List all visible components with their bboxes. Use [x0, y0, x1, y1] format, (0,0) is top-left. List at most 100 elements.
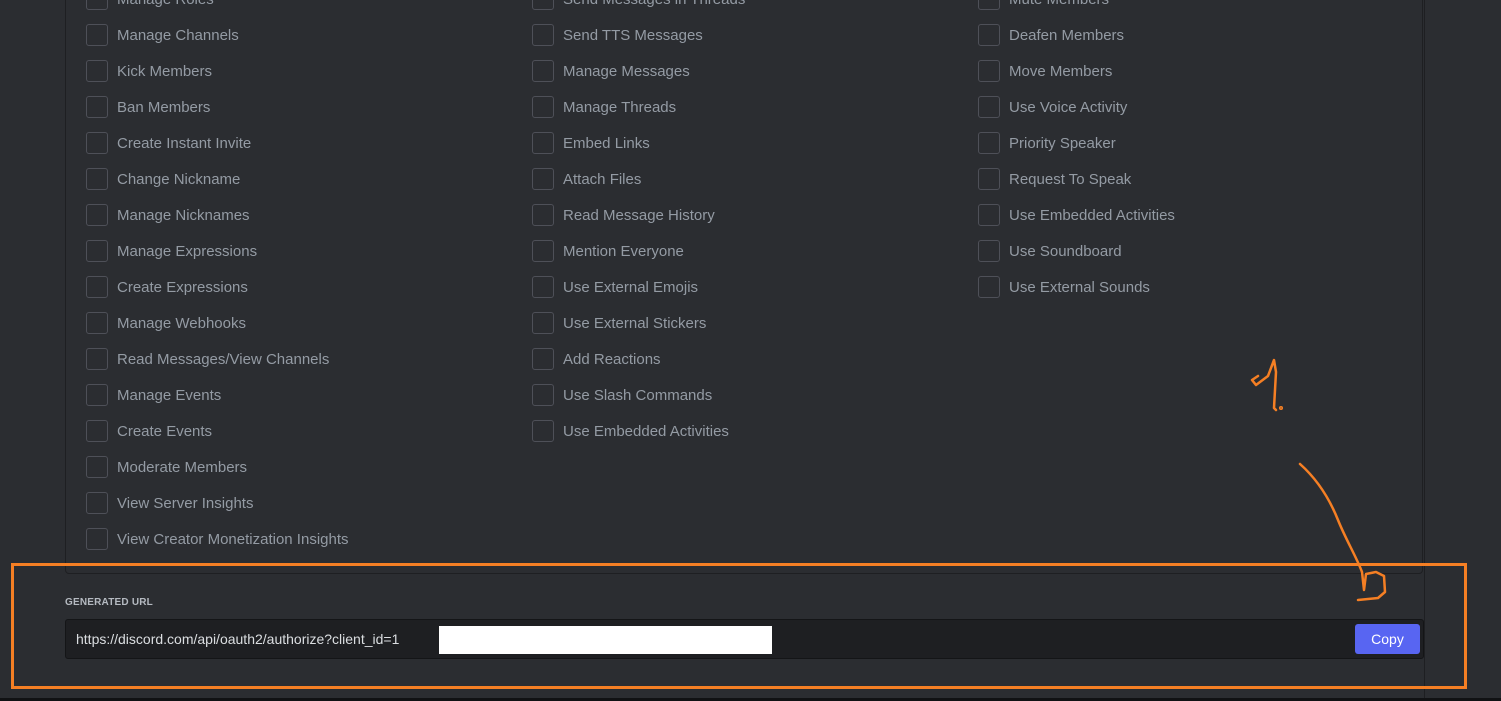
permission-row[interactable]: Send Messages in Threads	[532, 0, 745, 11]
permission-checkbox[interactable]	[86, 420, 108, 442]
permission-row[interactable]: Use Slash Commands	[532, 383, 712, 407]
permission-checkbox[interactable]	[978, 24, 1000, 46]
permission-checkbox[interactable]	[86, 348, 108, 370]
permission-checkbox[interactable]	[86, 240, 108, 262]
permission-row[interactable]: Use Embedded Activities	[532, 419, 729, 443]
permission-checkbox[interactable]	[86, 168, 108, 190]
permission-label: Send Messages in Threads	[563, 0, 745, 8]
permission-row[interactable]: Manage Messages	[532, 59, 690, 83]
permission-label: Use External Sounds	[1009, 278, 1150, 296]
permission-label: View Creator Monetization Insights	[117, 530, 349, 548]
permission-label: Use External Emojis	[563, 278, 699, 296]
permission-checkbox[interactable]	[86, 96, 108, 118]
permission-row[interactable]: Use Voice Activity	[978, 95, 1127, 119]
permission-label: Manage Nicknames	[117, 206, 250, 224]
permission-row[interactable]: Manage Events	[86, 383, 221, 407]
permission-checkbox[interactable]	[532, 0, 554, 10]
permission-checkbox[interactable]	[86, 132, 108, 154]
permission-checkbox[interactable]	[532, 312, 554, 334]
permission-row[interactable]: Create Expressions	[86, 275, 248, 299]
permission-label: Manage Threads	[563, 98, 677, 116]
permission-row[interactable]: Use Embedded Activities	[978, 203, 1175, 227]
permission-row[interactable]: Request To Speak	[978, 167, 1131, 191]
permission-label: Use Embedded Activities	[563, 422, 729, 440]
permission-row[interactable]: Move Members	[978, 59, 1112, 83]
permission-checkbox[interactable]	[978, 276, 1000, 298]
permission-checkbox[interactable]	[532, 384, 554, 406]
permission-checkbox[interactable]	[532, 60, 554, 82]
permission-checkbox[interactable]	[532, 168, 554, 190]
permission-row[interactable]: Deafen Members	[978, 23, 1124, 47]
permission-row[interactable]: Manage Roles	[86, 0, 214, 11]
permission-label: Read Message History	[563, 206, 715, 224]
permission-checkbox[interactable]	[86, 24, 108, 46]
permission-label: Create Instant Invite	[117, 134, 252, 152]
permission-checkbox[interactable]	[532, 96, 554, 118]
generated-url-field[interactable]: https://discord.com/api/oauth2/authorize…	[65, 619, 1424, 659]
generated-url-text[interactable]: https://discord.com/api/oauth2/authorize…	[76, 631, 399, 647]
permission-row[interactable]: Create Instant Invite	[86, 131, 251, 155]
permission-checkbox[interactable]	[978, 168, 1000, 190]
permission-row[interactable]: Manage Threads	[532, 95, 676, 119]
permission-row[interactable]: Change Nickname	[86, 167, 240, 191]
permission-row[interactable]: Kick Members	[86, 59, 212, 83]
permission-row[interactable]: Mute Members	[978, 0, 1109, 11]
permission-label: Manage Roles	[117, 0, 214, 8]
permission-checkbox[interactable]	[532, 348, 554, 370]
permission-checkbox[interactable]	[86, 492, 108, 514]
permission-row[interactable]: Moderate Members	[86, 455, 247, 479]
copy-button[interactable]: Copy	[1355, 624, 1420, 654]
permission-row[interactable]: Attach Files	[532, 167, 641, 191]
permission-label: Use External Stickers	[563, 314, 707, 332]
permission-checkbox[interactable]	[532, 24, 554, 46]
permission-row[interactable]: Use External Stickers	[532, 311, 706, 335]
permission-label: Create Events	[117, 422, 213, 440]
permission-checkbox[interactable]	[978, 60, 1000, 82]
permission-checkbox[interactable]	[978, 96, 1000, 118]
permission-checkbox[interactable]	[86, 528, 108, 550]
permission-checkbox[interactable]	[532, 420, 554, 442]
permission-row[interactable]: Use External Emojis	[532, 275, 698, 299]
permission-row[interactable]: Create Events	[86, 419, 212, 443]
permission-row[interactable]: Manage Nicknames	[86, 203, 250, 227]
permission-label: Move Members	[1009, 62, 1113, 80]
permission-label: Mention Everyone	[563, 242, 684, 260]
permission-row[interactable]: Use External Sounds	[978, 275, 1150, 299]
permission-checkbox[interactable]	[532, 240, 554, 262]
permission-checkbox[interactable]	[532, 204, 554, 226]
permission-row[interactable]: Embed Links	[532, 131, 650, 155]
permission-label: Manage Messages	[563, 62, 690, 80]
permission-row[interactable]: Ban Members	[86, 95, 210, 119]
permission-row[interactable]: Add Reactions	[532, 347, 661, 371]
permission-checkbox[interactable]	[86, 204, 108, 226]
permission-checkbox[interactable]	[978, 0, 1000, 10]
permission-checkbox[interactable]	[86, 60, 108, 82]
permission-checkbox[interactable]	[86, 312, 108, 334]
permission-label: Read Messages/View Channels	[117, 350, 330, 368]
permission-row[interactable]: Read Messages/View Channels	[86, 347, 329, 371]
permissions-panel: Manage Roles Manage Channels Kick Members B…	[65, 0, 1423, 574]
permission-checkbox[interactable]	[86, 456, 108, 478]
permission-checkbox[interactable]	[86, 0, 108, 10]
permission-checkbox[interactable]	[978, 240, 1000, 262]
permission-checkbox[interactable]	[978, 132, 1000, 154]
permission-checkbox[interactable]	[532, 132, 554, 154]
permission-checkbox[interactable]	[532, 276, 554, 298]
permission-label: Embed Links	[563, 134, 650, 152]
permission-checkbox[interactable]	[86, 276, 108, 298]
permission-row[interactable]: View Creator Monetization Insights	[86, 527, 349, 551]
permission-row[interactable]: Use Soundboard	[978, 239, 1122, 263]
permission-row[interactable]: Send TTS Messages	[532, 23, 703, 47]
permission-label: Manage Channels	[117, 26, 239, 44]
permission-label: Use Voice Activity	[1009, 98, 1128, 116]
scrollbar-track	[1424, 0, 1425, 701]
permission-checkbox[interactable]	[86, 384, 108, 406]
permission-row[interactable]: Mention Everyone	[532, 239, 684, 263]
permission-row[interactable]: Manage Channels	[86, 23, 239, 47]
permission-checkbox[interactable]	[978, 204, 1000, 226]
permission-row[interactable]: Manage Webhooks	[86, 311, 246, 335]
permission-row[interactable]: Read Message History	[532, 203, 715, 227]
permission-row[interactable]: Manage Expressions	[86, 239, 257, 263]
permission-row[interactable]: View Server Insights	[86, 491, 253, 515]
permission-row[interactable]: Priority Speaker	[978, 131, 1116, 155]
